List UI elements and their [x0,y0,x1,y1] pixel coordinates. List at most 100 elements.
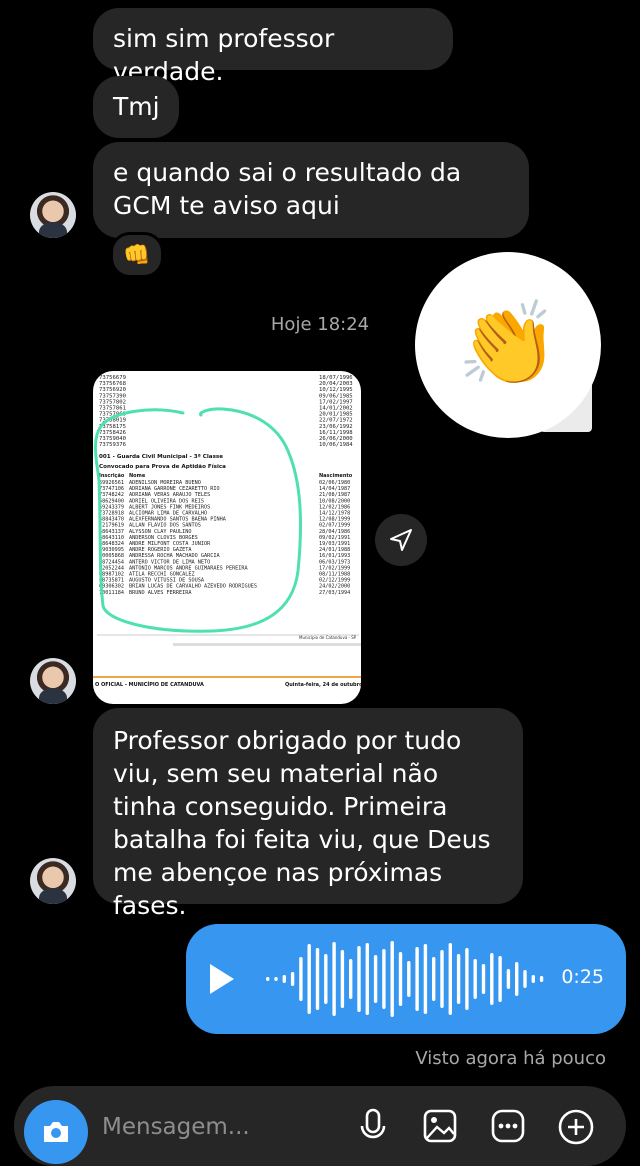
doc-row-nome: ANTONIO MARCOS ANDRE GUIMARAES PEREIRA [129,565,249,571]
waveform-bar [456,954,461,1004]
waveform-bar [390,941,394,1017]
audio-waveform[interactable] [256,924,556,1034]
doc-footer-right: Quinta-feira, 24 de outubro de [285,682,361,688]
add-icon[interactable] [557,1108,595,1146]
doc-row-nascimento: 10/08/2000 [319,498,350,504]
waveform-bar [432,957,436,1001]
waveform-bar [539,976,544,982]
waveform-bar [290,972,295,986]
doc-row-nascimento: 27/03/1994 [319,590,350,596]
message-reaction[interactable]: 👊 [110,232,164,278]
contact-avatar[interactable] [30,192,76,238]
doc-row-nome: ADENILSON MOREIRA BUENO [129,480,201,486]
doc-top-row-date: 14/01/2002 [319,406,353,412]
doc-top-row-date: 26/06/2000 [319,436,353,442]
doc-top-row-id: 73759376 [99,442,126,448]
doc-col-nascimento: Nascimento [319,473,353,479]
message-composer: Mensagem... [14,1086,626,1166]
doc-row-inscricao: 73748242 [99,492,124,498]
clap-emoji-message[interactable]: 👏 [415,252,601,438]
message-bubble[interactable]: Professor obrigado por tudo viu, sem seu… [93,708,523,920]
doc-row-nascimento: 09/02/1991 [319,535,350,541]
doc-row-inscricao: 72052244 [99,565,124,571]
doc-top-row-id: 73759040 [99,436,126,442]
doc-row-nascimento: 06/03/1973 [319,559,350,565]
doc-top-row-date: 23/06/1992 [319,424,353,430]
doc-row-nascimento: 12/08/1999 [319,517,350,523]
message-input[interactable]: Mensagem... [102,1114,250,1140]
doc-row-inscricao: 68987102 [99,572,124,578]
document-image: 73756679 18/07/1996 73756768 20/04/2003 7375… [93,375,361,688]
waveform-bar [324,954,328,1004]
play-icon[interactable] [210,964,234,994]
waveform-bar [531,975,535,983]
voice-message[interactable]: 0:25 [186,924,626,1034]
doc-row-nascimento: 28/04/1986 [319,529,350,535]
doc-row-inscricao: 69030995 [99,547,124,553]
doc-row-nascimento: 14/04/1987 [319,486,350,492]
waveform-bar [515,962,519,996]
waveform-bar [423,944,428,1014]
doc-row-inscricao: 68643110 [99,535,124,541]
doc-row-nome: BRIAN LUCAS DE CARVALHO AZEVEDO RODRIGUE… [129,584,257,590]
waveform-bar [407,961,411,997]
doc-row-nascimento: 08/11/1988 [319,572,350,578]
doc-row-nome: AUGUSTO VITUSSI DE SOUSA [129,578,205,584]
doc-top-row-date: 09/06/1985 [319,393,353,399]
waveform-bar [357,946,361,1012]
waveform-bar [481,964,486,994]
doc-row-inscricao: 73728918 [99,511,124,517]
waveform-bar [315,948,320,1010]
send-arrow-icon [390,529,412,551]
doc-row-nome: ALCIOMAR LIMA DE CARVALHO [129,511,207,517]
doc-row-nascimento: 02/07/1999 [319,523,350,529]
doc-row-inscricao: 69243379 [99,504,124,510]
doc-row-inscricao: 73747106 [99,486,124,492]
doc-col-inscricao: Inscrição [99,473,125,479]
doc-row-nome: ADRIANA VERAS ARAUJO TELES [129,492,210,498]
waveform-bar [299,957,303,1001]
waveform-bar [506,969,511,989]
doc-top-row-date: 16/11/1998 [319,430,353,436]
doc-row-nome: BRUNO ALVES FERREIRA [129,590,192,596]
contact-avatar[interactable] [30,858,76,904]
gallery-icon[interactable] [422,1108,458,1144]
doc-section-title: 001 - Guarda Civil Municipal - 3ª Classe [99,453,223,460]
doc-top-row-date: 20/01/1985 [319,412,353,418]
waveform-bar [282,975,286,983]
doc-top-row-id: 73757861 [99,406,126,412]
doc-row-nome: ALEXFERNANDO SANTOS BAENA PINHA [129,517,227,523]
waveform-bar [448,943,452,1015]
microphone-icon[interactable] [358,1108,388,1146]
doc-row-inscricao: 68843470 [99,517,124,523]
camera-icon [44,1122,68,1142]
doc-row-nome: ALLAN FLAVIO DOS SANTOS [129,523,201,529]
waveform-bar [365,943,369,1015]
doc-row-nascimento: 12/02/1986 [319,504,350,510]
waveform-bar [307,944,311,1014]
waveform-bar [349,959,353,999]
voice-duration: 0:25 [561,966,604,988]
doc-row-nascimento: 19/03/1991 [319,541,350,547]
waveform-bar [382,949,386,1009]
message-bubble[interactable]: Tmj [93,76,179,138]
doc-row-nascimento: 02/12/1999 [319,578,350,584]
doc-top-row-date: 10/06/1984 [319,442,353,448]
sticker-icon[interactable] [490,1108,526,1144]
doc-subtitle: Convocado para Prova de Aptidão Física [99,463,226,470]
doc-row-nascimento: 24/01/1988 [319,547,350,553]
message-bubble[interactable]: sim sim professor verdade. [93,8,453,86]
doc-top-row-id: 73757390 [99,393,126,399]
message-bubble[interactable]: e quando sai o resultado da GCM te aviso… [93,142,529,238]
doc-row-nascimento: 16/01/1993 [319,553,350,559]
share-button[interactable] [375,514,427,566]
contact-avatar[interactable] [30,658,76,704]
waveform-bar [440,950,444,1008]
shared-photo[interactable]: 73756679 18/07/1996 73756768 20/04/2003 7375… [93,371,361,704]
message-text: Professor obrigado por tudo viu, sem seu… [113,726,491,920]
camera-button[interactable] [24,1100,88,1164]
doc-row-inscricao: 72179619 [99,523,124,529]
waveform-bar [498,956,502,1002]
waveform-bar [398,952,403,1006]
waveform-bar [340,950,345,1008]
